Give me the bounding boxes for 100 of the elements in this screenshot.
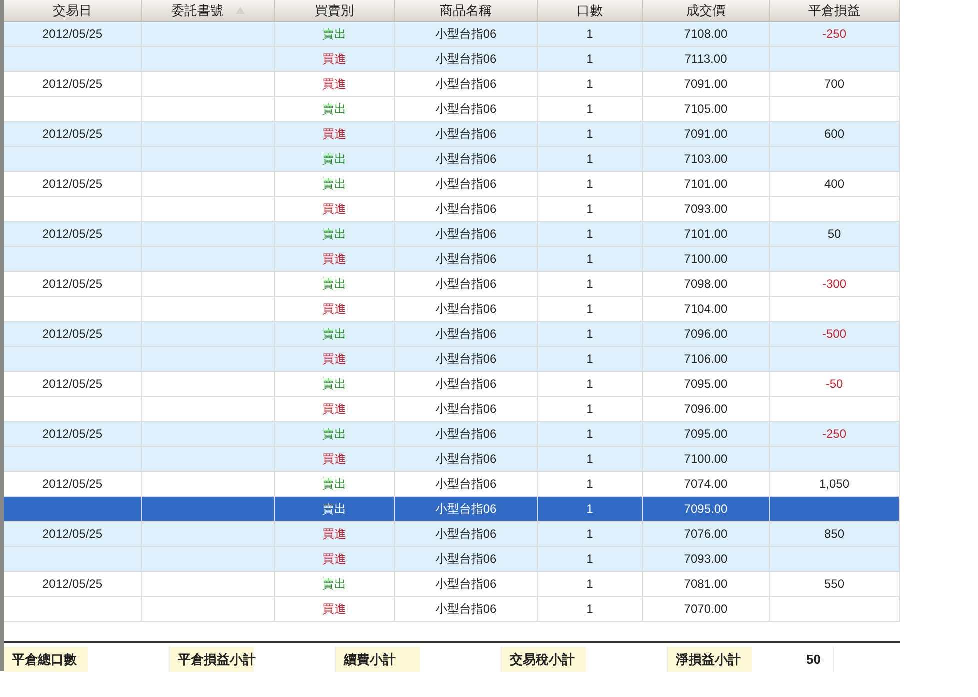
table-cell-text: 7103.00 — [684, 151, 728, 168]
table-row[interactable]: 2012/05/25 賣出 小型台指06 1 7081.00 550 — [4, 572, 900, 597]
table-cell-text: 7091.00 — [684, 76, 728, 93]
table-cell-text: 7070.00 — [684, 601, 728, 618]
table-cell-text: 買進 — [322, 601, 346, 618]
table-cell-text: 550 — [824, 576, 845, 593]
table-cell-text: 買進 — [322, 551, 346, 568]
table-cell-text: 買進 — [322, 451, 346, 468]
table-row[interactable]: 2012/05/25 買進 小型台指06 1 7076.00 850 — [4, 522, 900, 547]
table-cell-text: 2012/05/25 — [42, 76, 103, 93]
table-cell-text: 小型台指06 — [435, 276, 497, 293]
table-cell-text: 小型台指06 — [435, 576, 497, 593]
table-cell-text: 買進 — [322, 201, 346, 218]
table-row[interactable]: 買進 小型台指06 1 7100.00 — [4, 247, 900, 272]
table-cell-text: 賣出 — [322, 26, 346, 43]
table-cell-text: 7095.00 — [684, 501, 728, 518]
table-cell-text: 7098.00 — [684, 276, 728, 293]
table-cell-text: 7101.00 — [684, 226, 728, 243]
table-row[interactable]: 賣出 小型台指06 1 7105.00 — [4, 97, 900, 122]
table-row[interactable]: 賣出 小型台指06 1 7103.00 — [4, 147, 900, 172]
table-cell-text: 1 — [586, 451, 594, 468]
column-header[interactable]: 交易日 — [4, 0, 142, 21]
table-cell-text: -300 — [822, 276, 847, 293]
table-cell-text: 7105.00 — [684, 101, 728, 118]
column-header[interactable]: 委託書號 — [142, 0, 275, 21]
table-row[interactable]: 2012/05/25 買進 小型台指06 1 7091.00 600 — [4, 122, 900, 147]
table-cell-text: 7113.00 — [684, 51, 728, 68]
table-row[interactable]: 買進 小型台指06 1 7070.00 — [4, 597, 900, 622]
table-cell-text: 2012/05/25 — [42, 276, 103, 293]
table-cell-text: 小型台指06 — [435, 501, 497, 518]
table-cell-text: 400 — [824, 176, 845, 193]
table-cell-text: 2012/05/25 — [42, 576, 103, 593]
table-cell-text: 1 — [586, 101, 594, 118]
table-cell-text: 小型台指06 — [435, 26, 497, 43]
column-header[interactable]: 商品名稱 — [395, 0, 538, 21]
table-row[interactable]: 買進 小型台指06 1 7104.00 — [4, 297, 900, 322]
table-cell-text: 850 — [824, 526, 845, 543]
table-cell-text: 7095.00 — [684, 426, 728, 443]
table-cell-text: 買進 — [322, 401, 346, 418]
table-cell-text: 賣出 — [322, 576, 346, 593]
table-cell-text: 1 — [586, 326, 594, 343]
column-header[interactable]: 成交價 — [643, 0, 770, 21]
table-cell-text: 1 — [586, 226, 594, 243]
table-row[interactable]: 2012/05/25 賣出 小型台指06 1 7101.00 400 — [4, 172, 900, 197]
table-row[interactable]: 買進 小型台指06 1 7093.00 — [4, 547, 900, 572]
table-cell-text: 小型台指06 — [435, 226, 497, 243]
table-cell-text: 2012/05/25 — [42, 226, 103, 243]
table-row[interactable]: 買進 小型台指06 1 7093.00 — [4, 197, 900, 222]
table-cell-text: 1 — [586, 601, 594, 618]
table-cell-text: 7108.00 — [684, 26, 728, 43]
table-cell-text: 1 — [586, 151, 594, 168]
table-cell-text: 小型台指06 — [435, 451, 497, 468]
table-cell-text: 2012/05/25 — [42, 376, 103, 393]
table-cell-text: 1 — [586, 501, 594, 518]
table-cell-text: 賣出 — [322, 226, 346, 243]
table-cell-text: 小型台指06 — [435, 526, 497, 543]
table-row[interactable]: 2012/05/25 賣出 小型台指06 1 7098.00 -300 — [4, 272, 900, 297]
table-cell-text: 7076.00 — [684, 526, 728, 543]
table-cell-text: -250 — [822, 26, 847, 43]
table-row[interactable]: 2012/05/25 賣出 小型台指06 1 7108.00 -250 — [4, 22, 900, 47]
column-header[interactable]: 買賣別 — [275, 0, 395, 21]
table-cell-text: 賣出 — [322, 276, 346, 293]
table-cell-text: 賣出 — [322, 376, 346, 393]
table-cell-text: 7096.00 — [684, 401, 728, 418]
table-cell-text: 1 — [586, 376, 594, 393]
table-cell-text: 50 — [828, 226, 842, 243]
table-row[interactable]: 買進 小型台指06 1 7106.00 — [4, 347, 900, 372]
column-header[interactable]: 口數 — [538, 0, 643, 21]
table-row[interactable]: 2012/05/25 買進 小型台指06 1 7091.00 700 — [4, 72, 900, 97]
table-row[interactable]: 2012/05/25 賣出 小型台指06 1 7095.00 -250 — [4, 422, 900, 447]
table-row[interactable]: 2012/05/25 賣出 小型台指06 1 7101.00 50 — [4, 222, 900, 247]
table-cell-text: 7091.00 — [684, 126, 728, 143]
table-cell-text: 買進 — [322, 301, 346, 318]
table-cell-text: 7074.00 — [684, 476, 728, 493]
table-row[interactable]: 2012/05/25 賣出 小型台指06 1 7095.00 -50 — [4, 372, 900, 397]
table-cell-text: 1 — [586, 176, 594, 193]
table-cell-text: 2012/05/25 — [42, 326, 103, 343]
summary-value: 50 — [806, 650, 821, 669]
table-cell-text: 700 — [824, 76, 845, 93]
table-row[interactable]: 買進 小型台指06 1 7096.00 — [4, 397, 900, 422]
table-cell-text: 小型台指06 — [435, 351, 497, 368]
table-cell-text: 1 — [586, 51, 594, 68]
table-cell-text: 買進 — [322, 51, 346, 68]
table-cell-text: -250 — [822, 426, 847, 443]
summary-label: 續費小計 — [336, 647, 420, 672]
table-cell-text: 2012/05/25 — [42, 176, 103, 193]
table-row[interactable]: 買進 小型台指06 1 7113.00 — [4, 47, 900, 72]
table-cell-text: 買進 — [322, 126, 346, 143]
table-cell-text: 賣出 — [322, 151, 346, 168]
table-cell-text: 小型台指06 — [435, 426, 497, 443]
table-row[interactable]: 買進 小型台指06 1 7100.00 — [4, 447, 900, 472]
table-row[interactable]: 2012/05/25 賣出 小型台指06 1 7096.00 -500 — [4, 322, 900, 347]
table-row[interactable]: 2012/05/25 賣出 小型台指06 1 7074.00 1,050 — [4, 472, 900, 497]
table-cell-text: 7093.00 — [684, 201, 728, 218]
table-cell-text: 1 — [586, 126, 594, 143]
table-row[interactable]: 賣出 小型台指06 1 7095.00 — [4, 497, 900, 522]
table-cell-text: 小型台指06 — [435, 251, 497, 268]
column-header[interactable]: 平倉損益 — [770, 0, 900, 21]
table-cell-text: 賣出 — [322, 326, 346, 343]
table-cell-text: 小型台指06 — [435, 76, 497, 93]
